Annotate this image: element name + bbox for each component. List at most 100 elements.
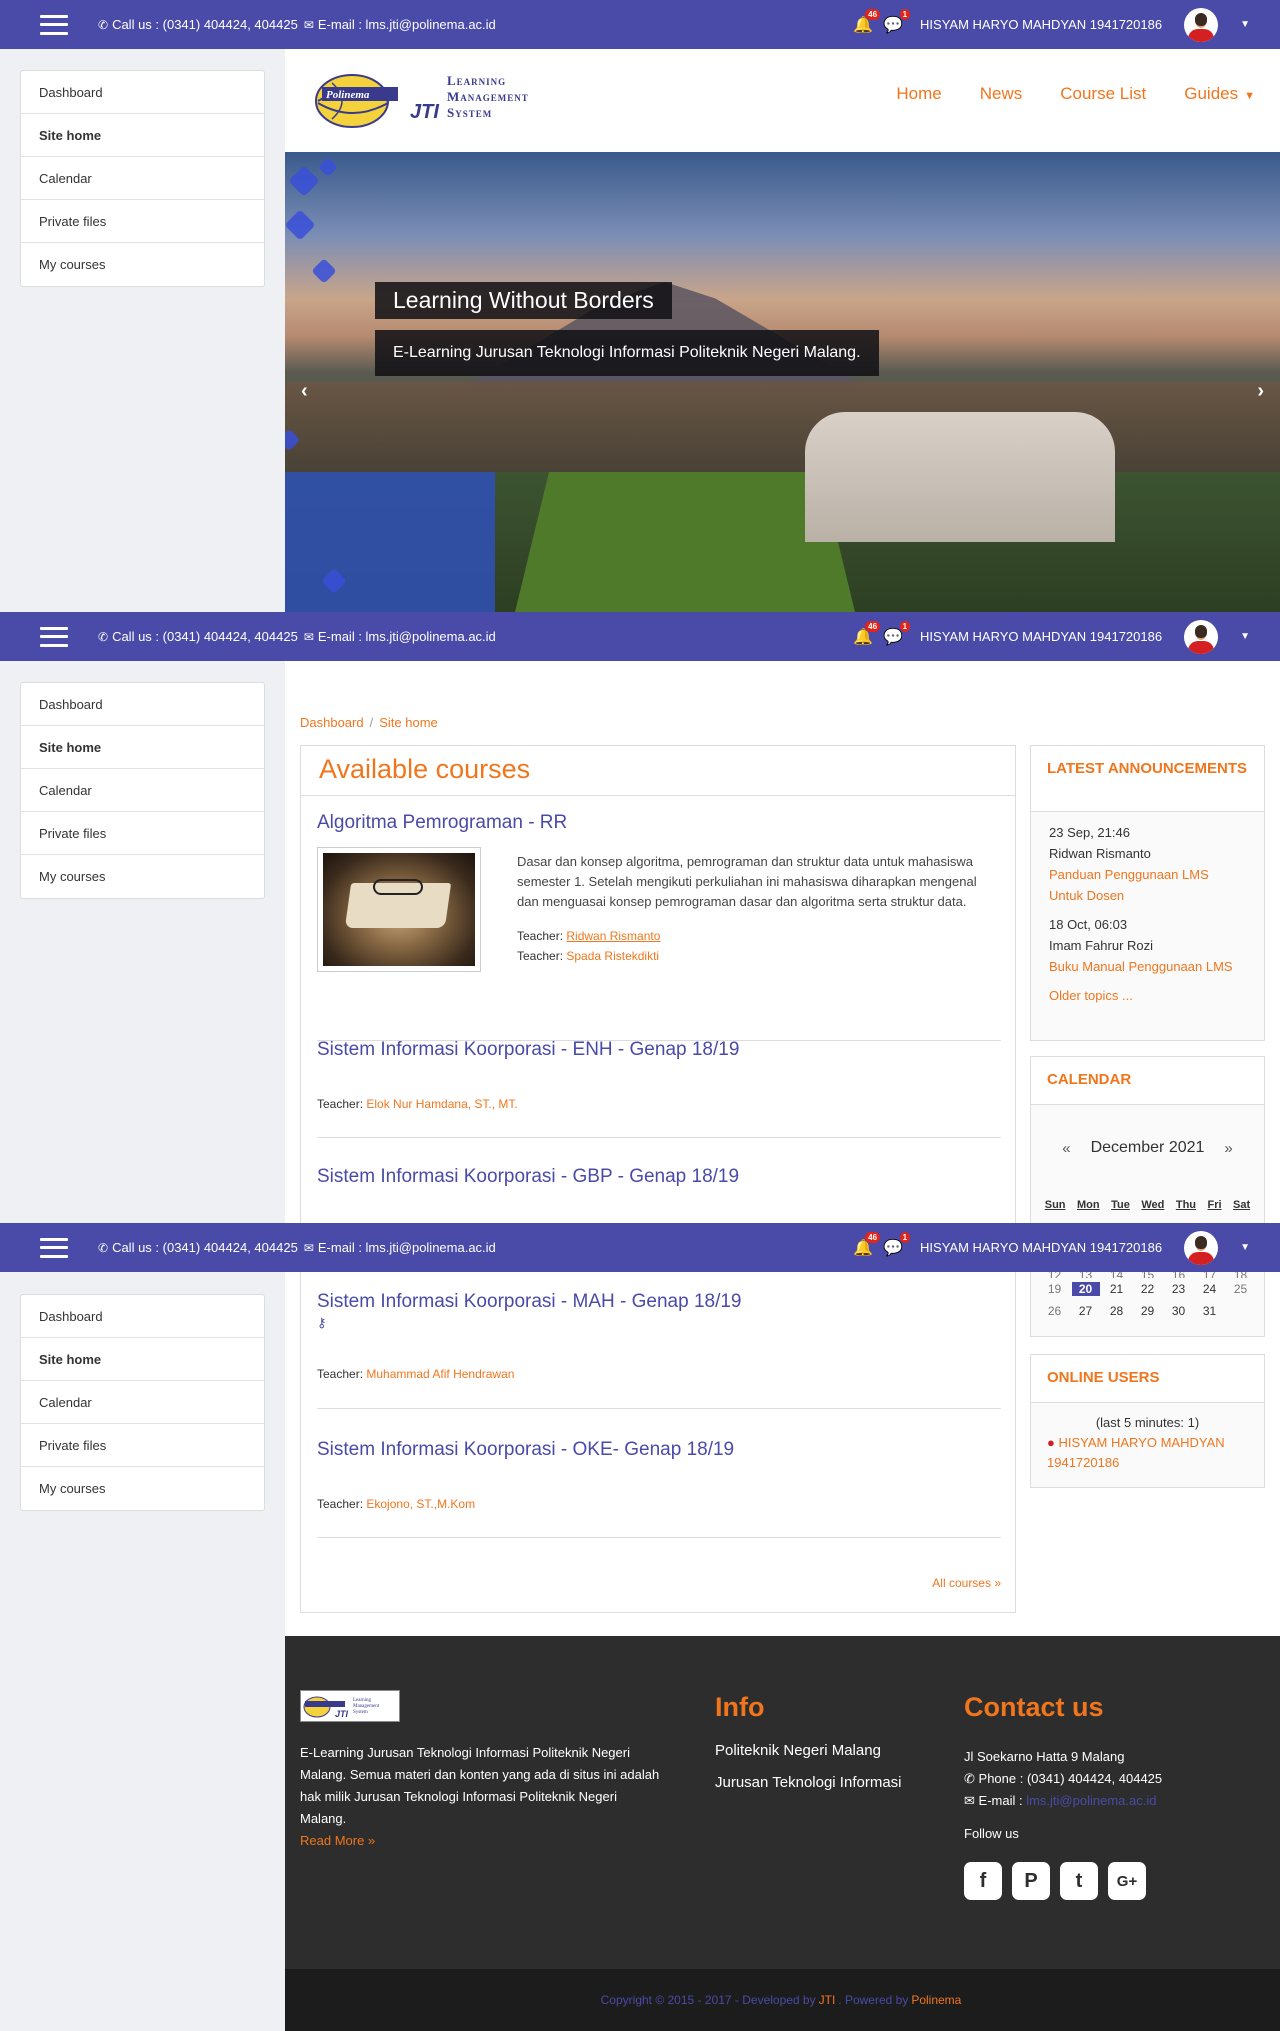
side-navigation: Dashboard Site home Calendar Private fil… — [20, 1294, 265, 1511]
sidebar-item-site-home[interactable]: Site home — [21, 114, 264, 157]
side-navigation: Dashboard Site home Calendar Private fil… — [20, 682, 265, 899]
user-name[interactable]: HISYAM HARYO MAHDYAN 1941720186 — [920, 629, 1162, 644]
calendar-days: 12 13 14 15 16 17 18 19 20 21 22 23 24 25 26 27 28 29 30… — [1030, 1268, 1265, 1337]
nav-guides[interactable]: Guides ▼ — [1184, 84, 1255, 104]
nav-news[interactable]: News — [980, 84, 1023, 104]
footer-contact: Jl Soekarno Hatta 9 Malang ✆ Phone : (03… — [964, 1749, 1163, 1808]
sidebar-item-calendar[interactable]: Calendar — [21, 1381, 264, 1424]
course-item: Algoritma Pemrograman - RR Dasar dan kon… — [317, 812, 1001, 1041]
google-plus-icon[interactable]: G+ — [1108, 1862, 1146, 1900]
breadcrumb-dashboard[interactable]: Dashboard — [300, 715, 364, 730]
avatar[interactable] — [1184, 1230, 1219, 1265]
footer-info-link[interactable]: Politeknik Negeri Malang — [715, 1742, 881, 1759]
course-title[interactable]: Sistem Informasi Koorporasi - ENH - Gena… — [317, 1039, 1001, 1061]
menu-toggle-icon[interactable] — [40, 14, 68, 35]
messages-icon[interactable]: 💬 1 — [882, 8, 911, 35]
top-bar: ✆ Call us : (0341) 404424, 404425 ✉ E-mail… — [0, 0, 1280, 49]
nav-home[interactable]: Home — [896, 84, 941, 104]
online-users-heading: ONLINE USERS — [1031, 1355, 1264, 1403]
user-name[interactable]: HISYAM HARYO MAHDYAN 1941720186 — [920, 17, 1162, 32]
pinterest-icon[interactable]: P — [1012, 1862, 1050, 1900]
user-menu-caret-icon[interactable]: ▼ — [1240, 631, 1250, 642]
course-title[interactable]: Algoritma Pemrograman - RR — [317, 812, 1001, 834]
calendar-next-icon[interactable]: » — [1224, 1140, 1232, 1157]
email-label: ✉ E-mail : lms.jti@polinema.ac.id — [303, 17, 496, 32]
older-topics-link[interactable]: Older topics ... — [1049, 988, 1133, 1003]
teacher-link[interactable]: Muhammad Afif Hendrawan — [366, 1367, 514, 1381]
teacher-link[interactable]: Ridwan Rismanto — [566, 929, 660, 943]
calendar-prev-icon[interactable]: « — [1062, 1140, 1070, 1157]
sidebar-item-site-home[interactable]: Site home — [21, 1338, 264, 1381]
follow-us-label: Follow us — [964, 1826, 1019, 1841]
footer-logo: JTI Learning Management System — [300, 1690, 400, 1722]
announcement-link[interactable]: Panduan Penggunaan LMS Untuk Dosen — [1049, 867, 1209, 903]
sidebar-item-private-files[interactable]: Private files — [21, 200, 264, 243]
polinema-link[interactable]: Polinema — [911, 1993, 961, 2007]
teacher-link[interactable]: Ekojono, ST.,M.Kom — [366, 1497, 475, 1511]
email-label: ✉ E-mail : lms.jti@polinema.ac.id — [303, 629, 496, 644]
course-summary: Dasar dan konsep algoritma, pemrograman … — [517, 854, 977, 963]
breadcrumb-site-home[interactable]: Site home — [379, 715, 438, 730]
notifications-bell-icon[interactable]: 🔔 46 — [852, 8, 881, 35]
messages-icon[interactable]: 💬 1 — [882, 620, 911, 647]
read-more-link[interactable]: Read More » — [300, 1833, 375, 1848]
footer-email-link[interactable]: lms.jti@polinema.ac.id — [1026, 1793, 1156, 1808]
messages-icon[interactable]: 💬 1 — [882, 1231, 911, 1258]
course-title[interactable]: Sistem Informasi Koorporasi - OKE- Genap… — [317, 1439, 1001, 1461]
notifications-bell-icon[interactable]: 🔔 46 — [852, 620, 881, 647]
teacher-link[interactable]: Elok Nur Hamdana, ST., MT. — [366, 1097, 517, 1111]
user-menu-caret-icon[interactable]: ▼ — [1240, 1242, 1250, 1253]
calendar-today[interactable]: 20 — [1071, 1282, 1100, 1296]
svg-text:JTI: JTI — [335, 1709, 349, 1719]
user-menu-caret-icon[interactable]: ▼ — [1240, 19, 1250, 30]
sidebar-item-dashboard[interactable]: Dashboard — [21, 71, 264, 114]
nav-course-list[interactable]: Course List — [1060, 84, 1146, 104]
available-courses-panel: Available courses Algoritma Pemrograman … — [300, 745, 1016, 1613]
twitter-icon[interactable]: t — [1060, 1862, 1098, 1900]
avatar[interactable] — [1184, 7, 1219, 42]
svg-text:Polinema: Polinema — [326, 89, 370, 101]
sidebar-item-my-courses[interactable]: My courses — [21, 855, 264, 898]
footer-info-link[interactable]: Jurusan Teknologi Informasi — [715, 1774, 902, 1791]
teacher-link[interactable]: Spada Ristekdikti — [566, 949, 659, 963]
sidebar-item-private-files[interactable]: Private files — [21, 1424, 264, 1467]
course-title[interactable]: Sistem Informasi Koorporasi - MAH - Gena… — [317, 1291, 1001, 1313]
menu-toggle-icon[interactable] — [40, 1237, 68, 1258]
carousel-next-icon[interactable]: › — [1257, 380, 1264, 403]
jti-link[interactable]: JTI — [819, 1993, 836, 2007]
carousel-prev-icon[interactable]: ‹ — [301, 380, 308, 403]
sidebar-item-my-courses[interactable]: My courses — [21, 1467, 264, 1510]
svg-text:Learning: Learning — [353, 1698, 372, 1703]
sidebar-item-my-courses[interactable]: My courses — [21, 243, 264, 286]
menu-toggle-icon[interactable] — [40, 626, 68, 647]
course-title[interactable]: Sistem Informasi Koorporasi - GBP - Gena… — [317, 1166, 1001, 1188]
online-user-link[interactable]: HISYAM HARYO MAHDYAN 1941720186 — [1047, 1435, 1225, 1470]
sidebar-item-dashboard[interactable]: Dashboard — [21, 683, 264, 726]
facebook-icon[interactable]: f — [964, 1862, 1002, 1900]
sidebar-item-dashboard[interactable]: Dashboard — [21, 1295, 264, 1338]
sidebar-item-site-home[interactable]: Site home — [21, 726, 264, 769]
site-logo[interactable]: Polinema JTI Learning Management System — [312, 67, 552, 135]
hero-title: Learning Without Borders — [375, 282, 672, 319]
all-courses-link[interactable]: All courses » — [932, 1576, 1001, 1590]
avatar[interactable] — [1184, 619, 1219, 654]
footer-description: E-Learning Jurusan Teknologi Informasi P… — [300, 1745, 660, 1848]
social-links: f P t G+ — [964, 1862, 1146, 1900]
top-bar: ✆ Call us : (0341) 404424, 404425 ✉ E-mail… — [0, 1223, 1280, 1272]
hero-subtitle: E-Learning Jurusan Teknologi Informasi P… — [375, 330, 879, 376]
sidebar-item-calendar[interactable]: Calendar — [21, 157, 264, 200]
main-navigation: Home News Course List Guides ▼ — [896, 84, 1255, 104]
sidebar-item-calendar[interactable]: Calendar — [21, 769, 264, 812]
phone-icon: ✆ — [964, 1771, 975, 1786]
calendar-weekdays: Sun Mon Tue Wed Thu Fri Sat — [1044, 1199, 1251, 1211]
notifications-bell-icon[interactable]: 🔔 46 — [852, 1231, 881, 1258]
user-name[interactable]: HISYAM HARYO MAHDYAN 1941720186 — [920, 1240, 1162, 1255]
announcement-link[interactable]: Buku Manual Penggunaan LMS — [1049, 959, 1233, 974]
svg-text:System: System — [353, 1710, 368, 1715]
phone-icon: ✆ — [98, 629, 109, 644]
sidebar-item-private-files[interactable]: Private files — [21, 812, 264, 855]
available-courses-heading: Available courses — [301, 746, 1015, 796]
top-bar: ✆ Call us : (0341) 404424, 404425 ✉ E-mail… — [0, 612, 1280, 661]
svg-text:Management: Management — [353, 1704, 380, 1709]
hero-carousel: Learning Without Borders E-Learning Juru… — [285, 152, 1280, 612]
